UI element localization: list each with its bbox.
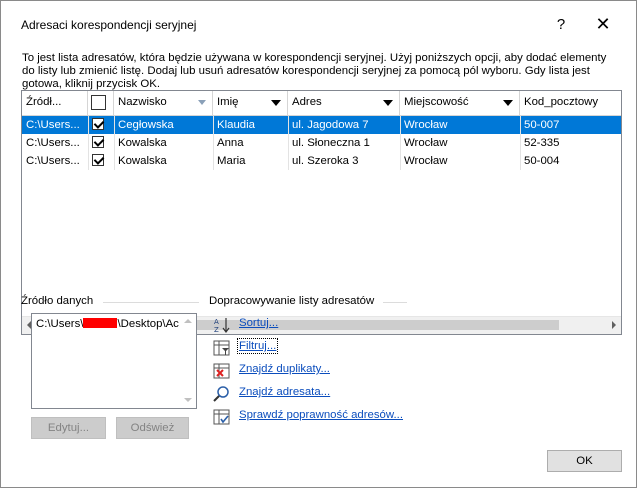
redaction-mark <box>83 318 118 328</box>
grid-header: Źródł... Nazwisko Imię Adres Miejscowość <box>22 91 621 116</box>
dropdown-arrow-icon[interactable] <box>383 100 393 106</box>
cell-zip: 50-007 <box>524 119 560 131</box>
cell-name: Klaudia <box>217 119 255 131</box>
svg-text:Z: Z <box>214 326 219 334</box>
column-header-source[interactable]: Źródł... <box>22 91 88 115</box>
dialog-title: Adresaci korespondencji seryjnej <box>21 18 197 32</box>
cell-zip: 52-335 <box>524 137 560 149</box>
cell-city: Wrocław <box>404 119 448 131</box>
table-row[interactable]: C:\Users... Kowalska Maria ul. Szeroka 3… <box>22 152 621 170</box>
dialog-body: To jest lista adresatów, która będzie uż… <box>1 45 636 487</box>
filter-icon <box>213 340 230 356</box>
cell-source: C:\Users... <box>26 137 80 149</box>
find-recipient-link[interactable]: Znajdź adresata... <box>239 386 330 398</box>
close-button[interactable]: ✕ <box>588 11 618 37</box>
cell-surname: Kowalska <box>118 155 167 167</box>
row-checkbox[interactable] <box>92 136 104 148</box>
filter-link[interactable]: Filtruj... <box>236 338 279 354</box>
cell-surname: Kowalska <box>118 137 167 149</box>
column-header-city[interactable]: Miejscowość <box>400 91 520 115</box>
sort-az-icon: A Z <box>214 318 230 334</box>
find-duplicates-link[interactable]: Znajdź duplikaty... <box>239 363 330 375</box>
column-header-name[interactable]: Imię <box>213 91 288 115</box>
vertical-scrollbar[interactable] <box>180 314 196 408</box>
sort-down-icon <box>198 100 206 105</box>
row-checkbox[interactable] <box>92 118 104 130</box>
cell-zip: 50-004 <box>524 155 560 167</box>
cell-address: ul. Szeroka 3 <box>292 155 359 167</box>
validate-addresses-link[interactable]: Sprawdź poprawność adresów... <box>239 409 403 421</box>
cell-address: ul. Słoneczna 1 <box>292 137 370 149</box>
scroll-right-icon[interactable] <box>612 321 616 329</box>
svg-text:A: A <box>214 318 219 326</box>
group-divider <box>383 302 407 303</box>
dropdown-arrow-icon[interactable] <box>271 100 281 106</box>
column-header-surname[interactable]: Nazwisko <box>114 91 213 115</box>
instructions-text: To jest lista adresatów, która będzie uż… <box>22 52 607 90</box>
title-bar: Adresaci korespondencji seryjnej ? ✕ <box>1 1 636 45</box>
column-header-zip[interactable]: Kod_pocztowy <box>520 91 621 115</box>
refresh-button[interactable]: Odśwież <box>116 417 189 439</box>
cell-city: Wrocław <box>404 155 448 167</box>
find-recipient-icon <box>213 386 229 402</box>
sort-link[interactable]: Sortuj... <box>239 317 278 329</box>
duplicates-icon <box>213 363 230 379</box>
mail-merge-recipients-dialog: Adresaci korespondencji seryjnej ? ✕ To … <box>0 0 637 488</box>
cell-surname: Cegłowska <box>118 119 174 131</box>
column-header-address[interactable]: Adres <box>288 91 400 115</box>
cell-name: Maria <box>217 155 246 167</box>
table-row[interactable]: C:\Users... Cegłowska Klaudia ul. Jagodo… <box>22 116 621 134</box>
cell-address: ul. Jagodowa 7 <box>292 119 369 131</box>
data-source-label: Źródło danych <box>21 295 94 307</box>
refine-list-label: Dopracowywanie listy adresatów <box>209 295 375 307</box>
cell-source: C:\Users... <box>26 155 80 167</box>
validate-address-icon <box>213 409 230 425</box>
group-divider <box>103 302 199 303</box>
select-all-checkbox[interactable] <box>91 95 106 110</box>
ok-button[interactable]: OK <box>547 450 622 472</box>
row-checkbox[interactable] <box>92 154 104 166</box>
help-button[interactable]: ? <box>546 11 576 37</box>
data-source-item[interactable]: C:\Users\ \Desktop\Ac <box>36 318 181 330</box>
scroll-down-icon[interactable] <box>184 398 192 402</box>
table-row[interactable]: C:\Users... Kowalska Anna ul. Słoneczna … <box>22 134 621 152</box>
scroll-up-icon[interactable] <box>184 319 192 323</box>
cell-name: Anna <box>217 137 244 149</box>
dropdown-arrow-icon[interactable] <box>503 100 513 106</box>
cell-city: Wrocław <box>404 137 448 149</box>
cell-source: C:\Users... <box>26 119 80 131</box>
column-header-check[interactable] <box>88 91 114 115</box>
edit-button[interactable]: Edytuj... <box>31 417 106 439</box>
data-source-list[interactable]: C:\Users\ \Desktop\Ac <box>31 313 197 409</box>
